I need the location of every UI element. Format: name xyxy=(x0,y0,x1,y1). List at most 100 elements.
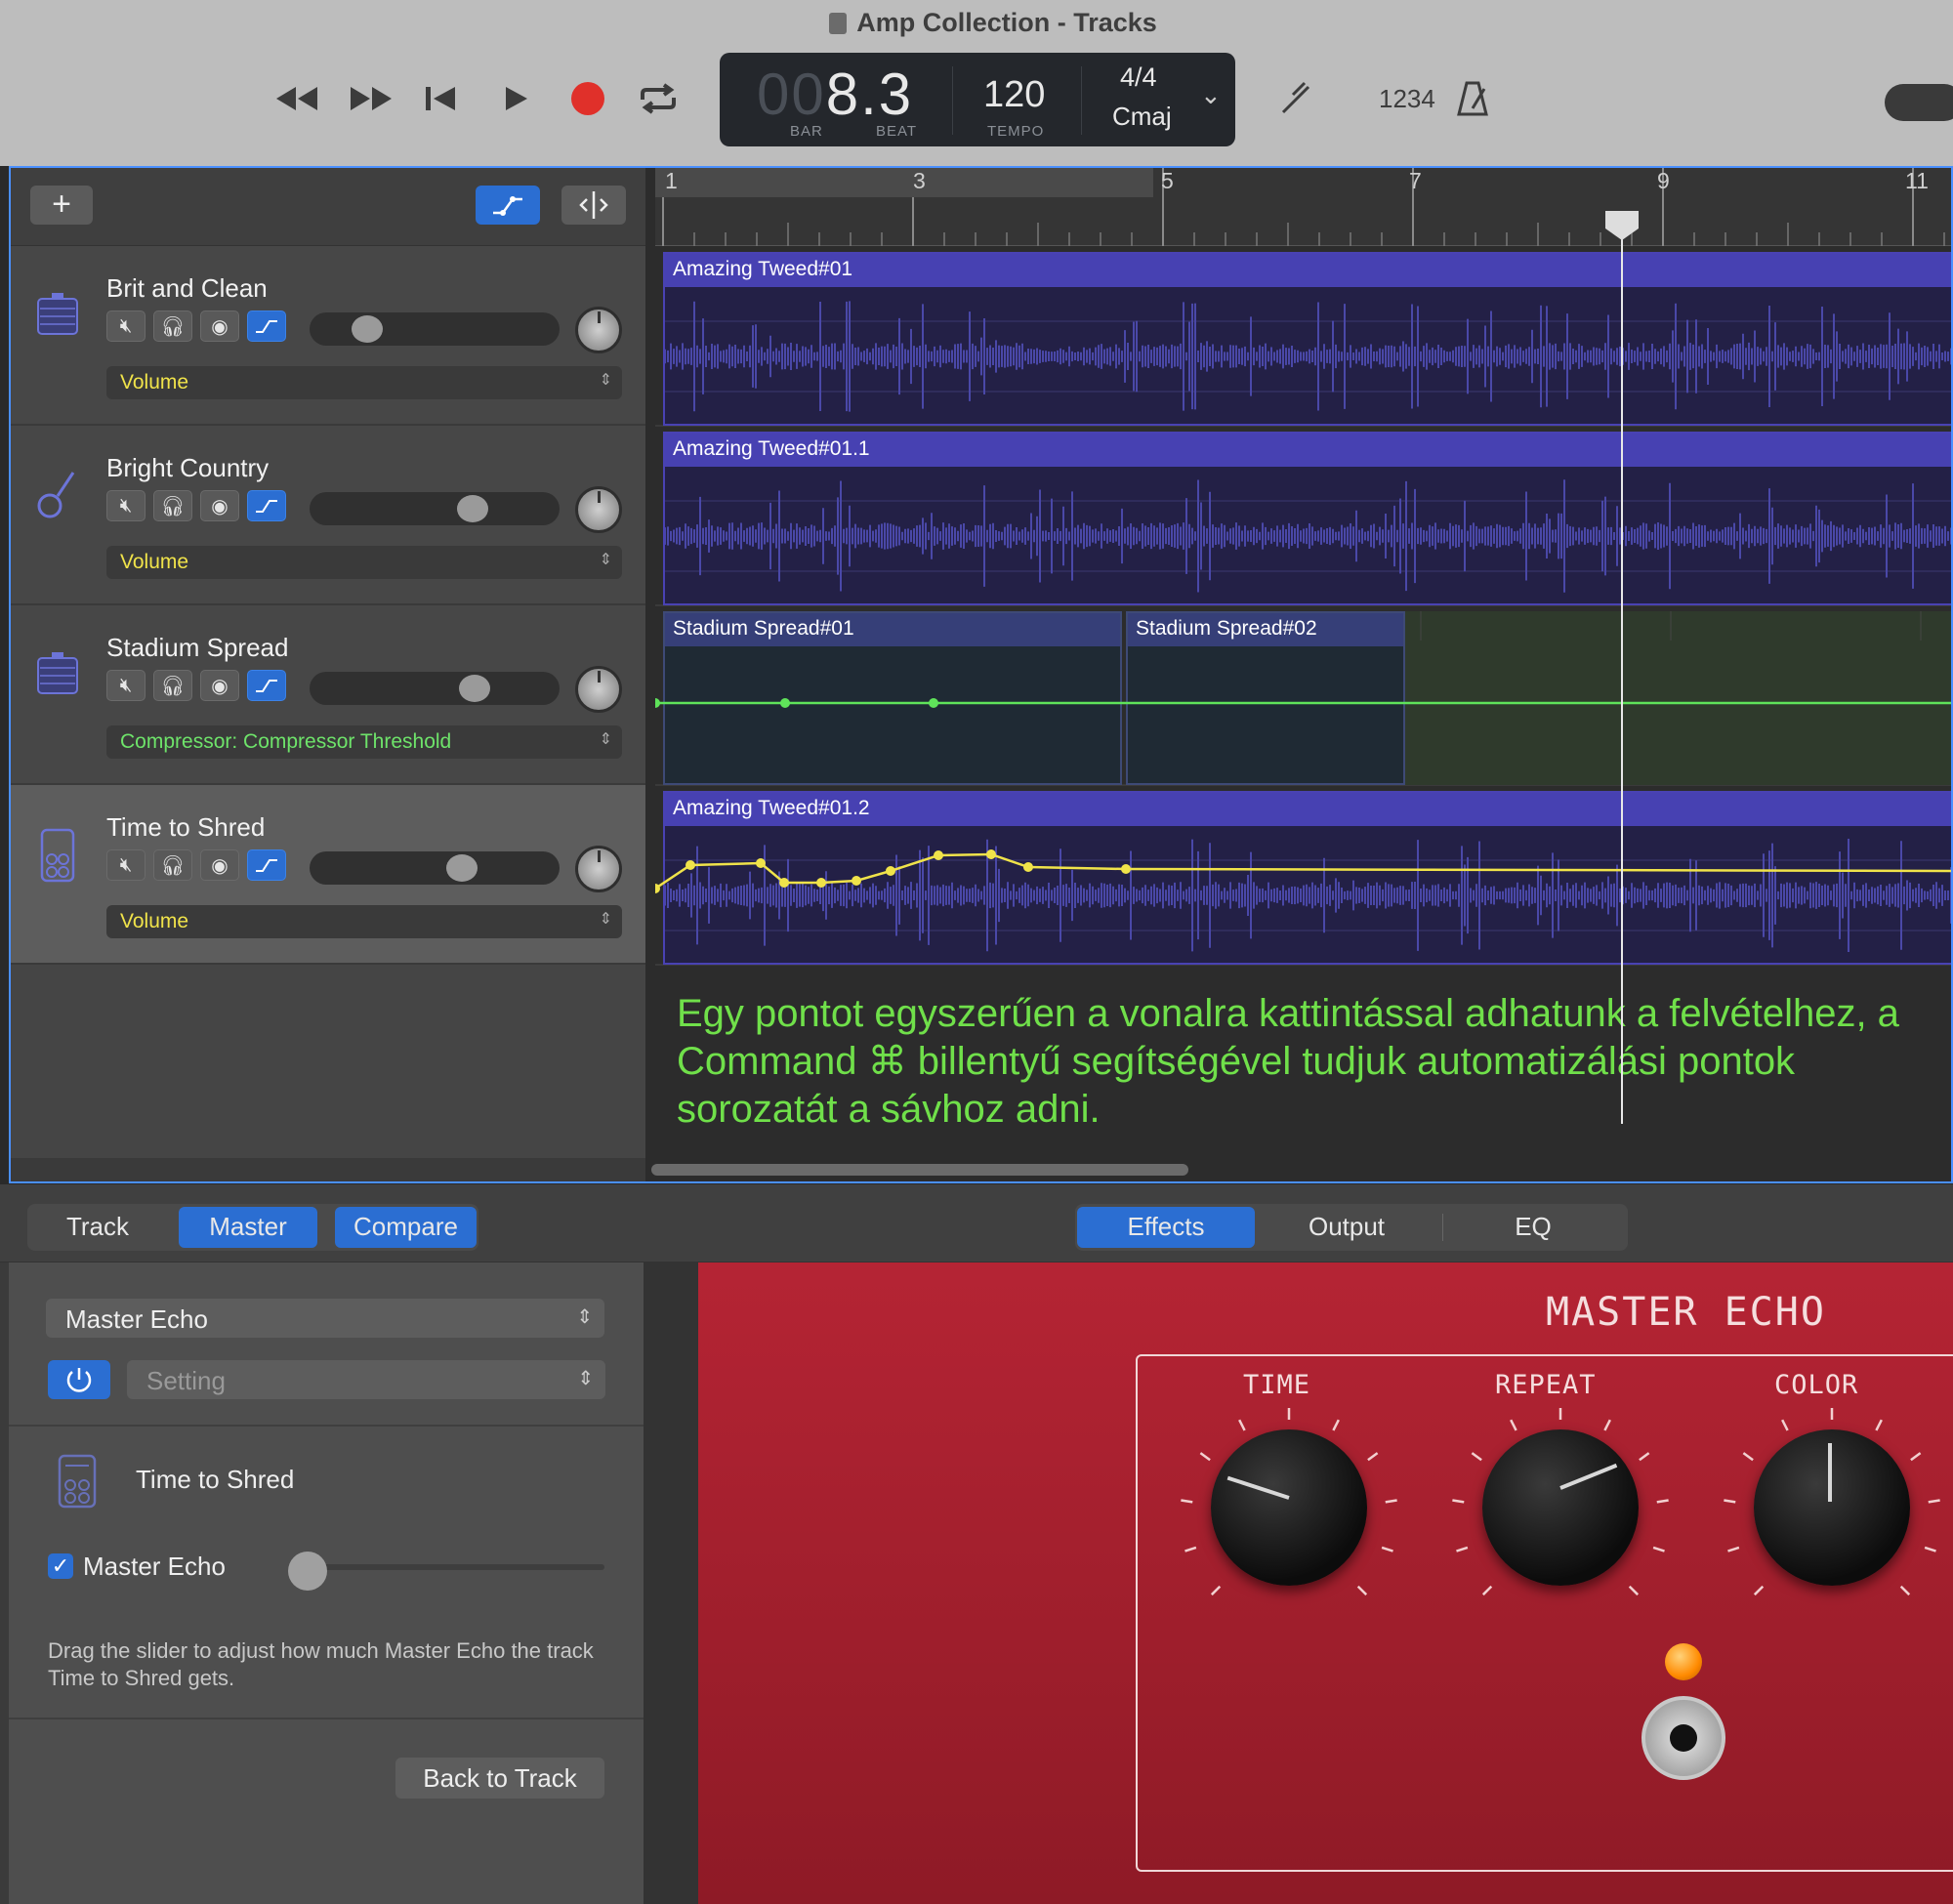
track-header[interactable]: Time to Shred 🔇︎ 🎧︎ ◉ Volume ⇕ xyxy=(11,785,645,965)
send-slider-track[interactable] xyxy=(292,1564,604,1570)
automation-parameter-select[interactable]: Volume ⇕ xyxy=(106,546,622,579)
master-volume-slider[interactable] xyxy=(1885,84,1953,121)
toggle-switch[interactable] xyxy=(1641,1696,1725,1780)
solo-button[interactable]: 🎧︎ xyxy=(153,490,192,521)
track-automation-button[interactable] xyxy=(247,490,286,521)
track-name[interactable]: Time to Shred xyxy=(106,812,265,843)
horizontal-scrollbar[interactable] xyxy=(651,1164,1188,1176)
automation-point[interactable] xyxy=(929,698,938,708)
automation-toggle-button[interactable] xyxy=(476,186,540,225)
tuning-fork-icon xyxy=(1281,81,1310,114)
automation-parameter-select[interactable]: Volume ⇕ xyxy=(106,905,622,938)
pan-knob[interactable] xyxy=(575,307,622,353)
pan-knob[interactable] xyxy=(575,486,622,533)
cycle-region[interactable] xyxy=(655,168,1153,197)
effect-select-value: Master Echo xyxy=(65,1304,208,1334)
fast-forward-button[interactable] xyxy=(344,76,398,121)
cycle-button[interactable] xyxy=(631,76,686,121)
count-in-button[interactable]: 1234 xyxy=(1379,84,1435,114)
mute-button[interactable]: 🔇︎ xyxy=(106,849,145,881)
tab-output[interactable]: Output xyxy=(1260,1207,1434,1248)
track-header[interactable]: Brit and Clean 🔇︎ 🎧︎ ◉ Volume ⇕ xyxy=(11,246,645,426)
track-header[interactable]: Bright Country 🔇︎ 🎧︎ ◉ Volume ⇕ xyxy=(11,426,645,605)
volume-automation-line[interactable] xyxy=(655,852,1953,890)
tab-effects[interactable]: Effects xyxy=(1077,1207,1255,1248)
automation-point[interactable] xyxy=(886,866,895,876)
flex-button[interactable] xyxy=(561,186,626,225)
volume-slider[interactable] xyxy=(310,492,560,525)
go-to-beginning-button[interactable] xyxy=(414,76,469,121)
record-button[interactable] xyxy=(561,76,615,121)
power-button[interactable] xyxy=(48,1360,110,1399)
automation-icon xyxy=(256,859,277,872)
input-monitor-button[interactable]: ◉ xyxy=(200,490,239,521)
setting-select-value: Setting xyxy=(146,1366,226,1395)
automation-point[interactable] xyxy=(779,878,789,888)
automation-parameter-select[interactable]: Compressor: Compressor Threshold ⇕ xyxy=(106,725,622,759)
automation-point[interactable] xyxy=(756,858,766,868)
pan-knob[interactable] xyxy=(575,846,622,892)
tab-master[interactable]: Master xyxy=(179,1207,317,1248)
volume-slider[interactable] xyxy=(310,851,560,885)
amp-icon xyxy=(37,652,78,694)
automation-point[interactable] xyxy=(780,698,790,708)
send-slider-knob[interactable] xyxy=(288,1552,327,1591)
master-echo-checkbox-label: Master Echo xyxy=(83,1552,226,1581)
track-name[interactable]: Stadium Spread xyxy=(106,633,288,663)
volume-slider-knob[interactable] xyxy=(351,315,383,343)
compare-button[interactable]: Compare xyxy=(335,1207,477,1248)
volume-slider-knob[interactable] xyxy=(446,854,478,882)
track-automation-button[interactable] xyxy=(247,849,286,881)
volume-slider-knob[interactable] xyxy=(456,495,488,522)
solo-button[interactable]: 🎧︎ xyxy=(153,670,192,701)
input-monitor-button[interactable]: ◉ xyxy=(200,310,239,342)
pan-knob[interactable] xyxy=(575,666,622,713)
time-knob[interactable] xyxy=(1211,1429,1367,1586)
ruler-bar-number: 3 xyxy=(913,168,926,193)
automation-point[interactable] xyxy=(686,860,695,870)
playhead[interactable] xyxy=(1605,211,1639,1124)
repeat-knob[interactable] xyxy=(1482,1429,1639,1586)
automation-point[interactable] xyxy=(655,698,660,708)
master-echo-checkbox[interactable]: ✓ xyxy=(48,1553,73,1579)
tab-eq[interactable]: EQ xyxy=(1445,1207,1621,1248)
mute-button[interactable]: 🔇︎ xyxy=(106,310,145,342)
tab-track[interactable]: Track xyxy=(39,1207,156,1248)
add-track-button[interactable]: + xyxy=(30,186,93,225)
control-bar: Amp Collection - Tracks 008.3 BAR BEAT 1… xyxy=(0,0,1953,166)
lcd-display[interactable]: 008.3 BAR BEAT 120 TEMPO 4/4 Cmaj ⌄ xyxy=(720,53,1235,146)
solo-button[interactable]: 🎧︎ xyxy=(153,849,192,881)
automation-point[interactable] xyxy=(1121,864,1131,874)
mute-speaker-icon: 🔇︎ xyxy=(119,853,133,876)
input-monitor-button[interactable]: ◉ xyxy=(200,849,239,881)
volume-slider[interactable] xyxy=(310,312,560,346)
volume-slider[interactable] xyxy=(310,672,560,705)
automation-point[interactable] xyxy=(1023,862,1033,872)
automation-point[interactable] xyxy=(986,849,996,859)
solo-button[interactable]: 🎧︎ xyxy=(153,310,192,342)
mute-button[interactable]: 🔇︎ xyxy=(106,670,145,701)
automation-point[interactable] xyxy=(852,876,861,886)
input-monitor-button[interactable]: ◉ xyxy=(200,670,239,701)
track-name[interactable]: Bright Country xyxy=(106,453,269,483)
updown-chevron-icon: ⇕ xyxy=(599,372,612,389)
automation-point[interactable] xyxy=(816,878,826,888)
rewind-button[interactable] xyxy=(270,76,324,121)
tuner-button[interactable] xyxy=(1267,76,1322,121)
track-automation-button[interactable] xyxy=(247,670,286,701)
automation-point[interactable] xyxy=(934,850,943,860)
metronome-button[interactable] xyxy=(1445,76,1500,121)
ruler[interactable]: 1 3 5 7 9 11 xyxy=(655,168,1951,246)
track-name[interactable]: Brit and Clean xyxy=(106,273,268,304)
back-to-track-button[interactable]: Back to Track xyxy=(395,1758,604,1799)
color-knob[interactable] xyxy=(1754,1429,1910,1586)
track-header[interactable]: Stadium Spread 🔇︎ 🎧︎ ◉ Compressor: Compresso… xyxy=(11,605,645,785)
automation-parameter-select[interactable]: Volume ⇕ xyxy=(106,366,622,399)
play-button[interactable] xyxy=(488,76,543,121)
lcd-chevron-down-icon[interactable]: ⌄ xyxy=(1200,80,1222,110)
setting-select[interactable]: Setting ⇕ xyxy=(127,1360,605,1399)
track-automation-button[interactable] xyxy=(247,310,286,342)
volume-slider-knob[interactable] xyxy=(459,675,491,702)
effect-select[interactable]: Master Echo ⇕ xyxy=(46,1299,604,1338)
mute-button[interactable]: 🔇︎ xyxy=(106,490,145,521)
